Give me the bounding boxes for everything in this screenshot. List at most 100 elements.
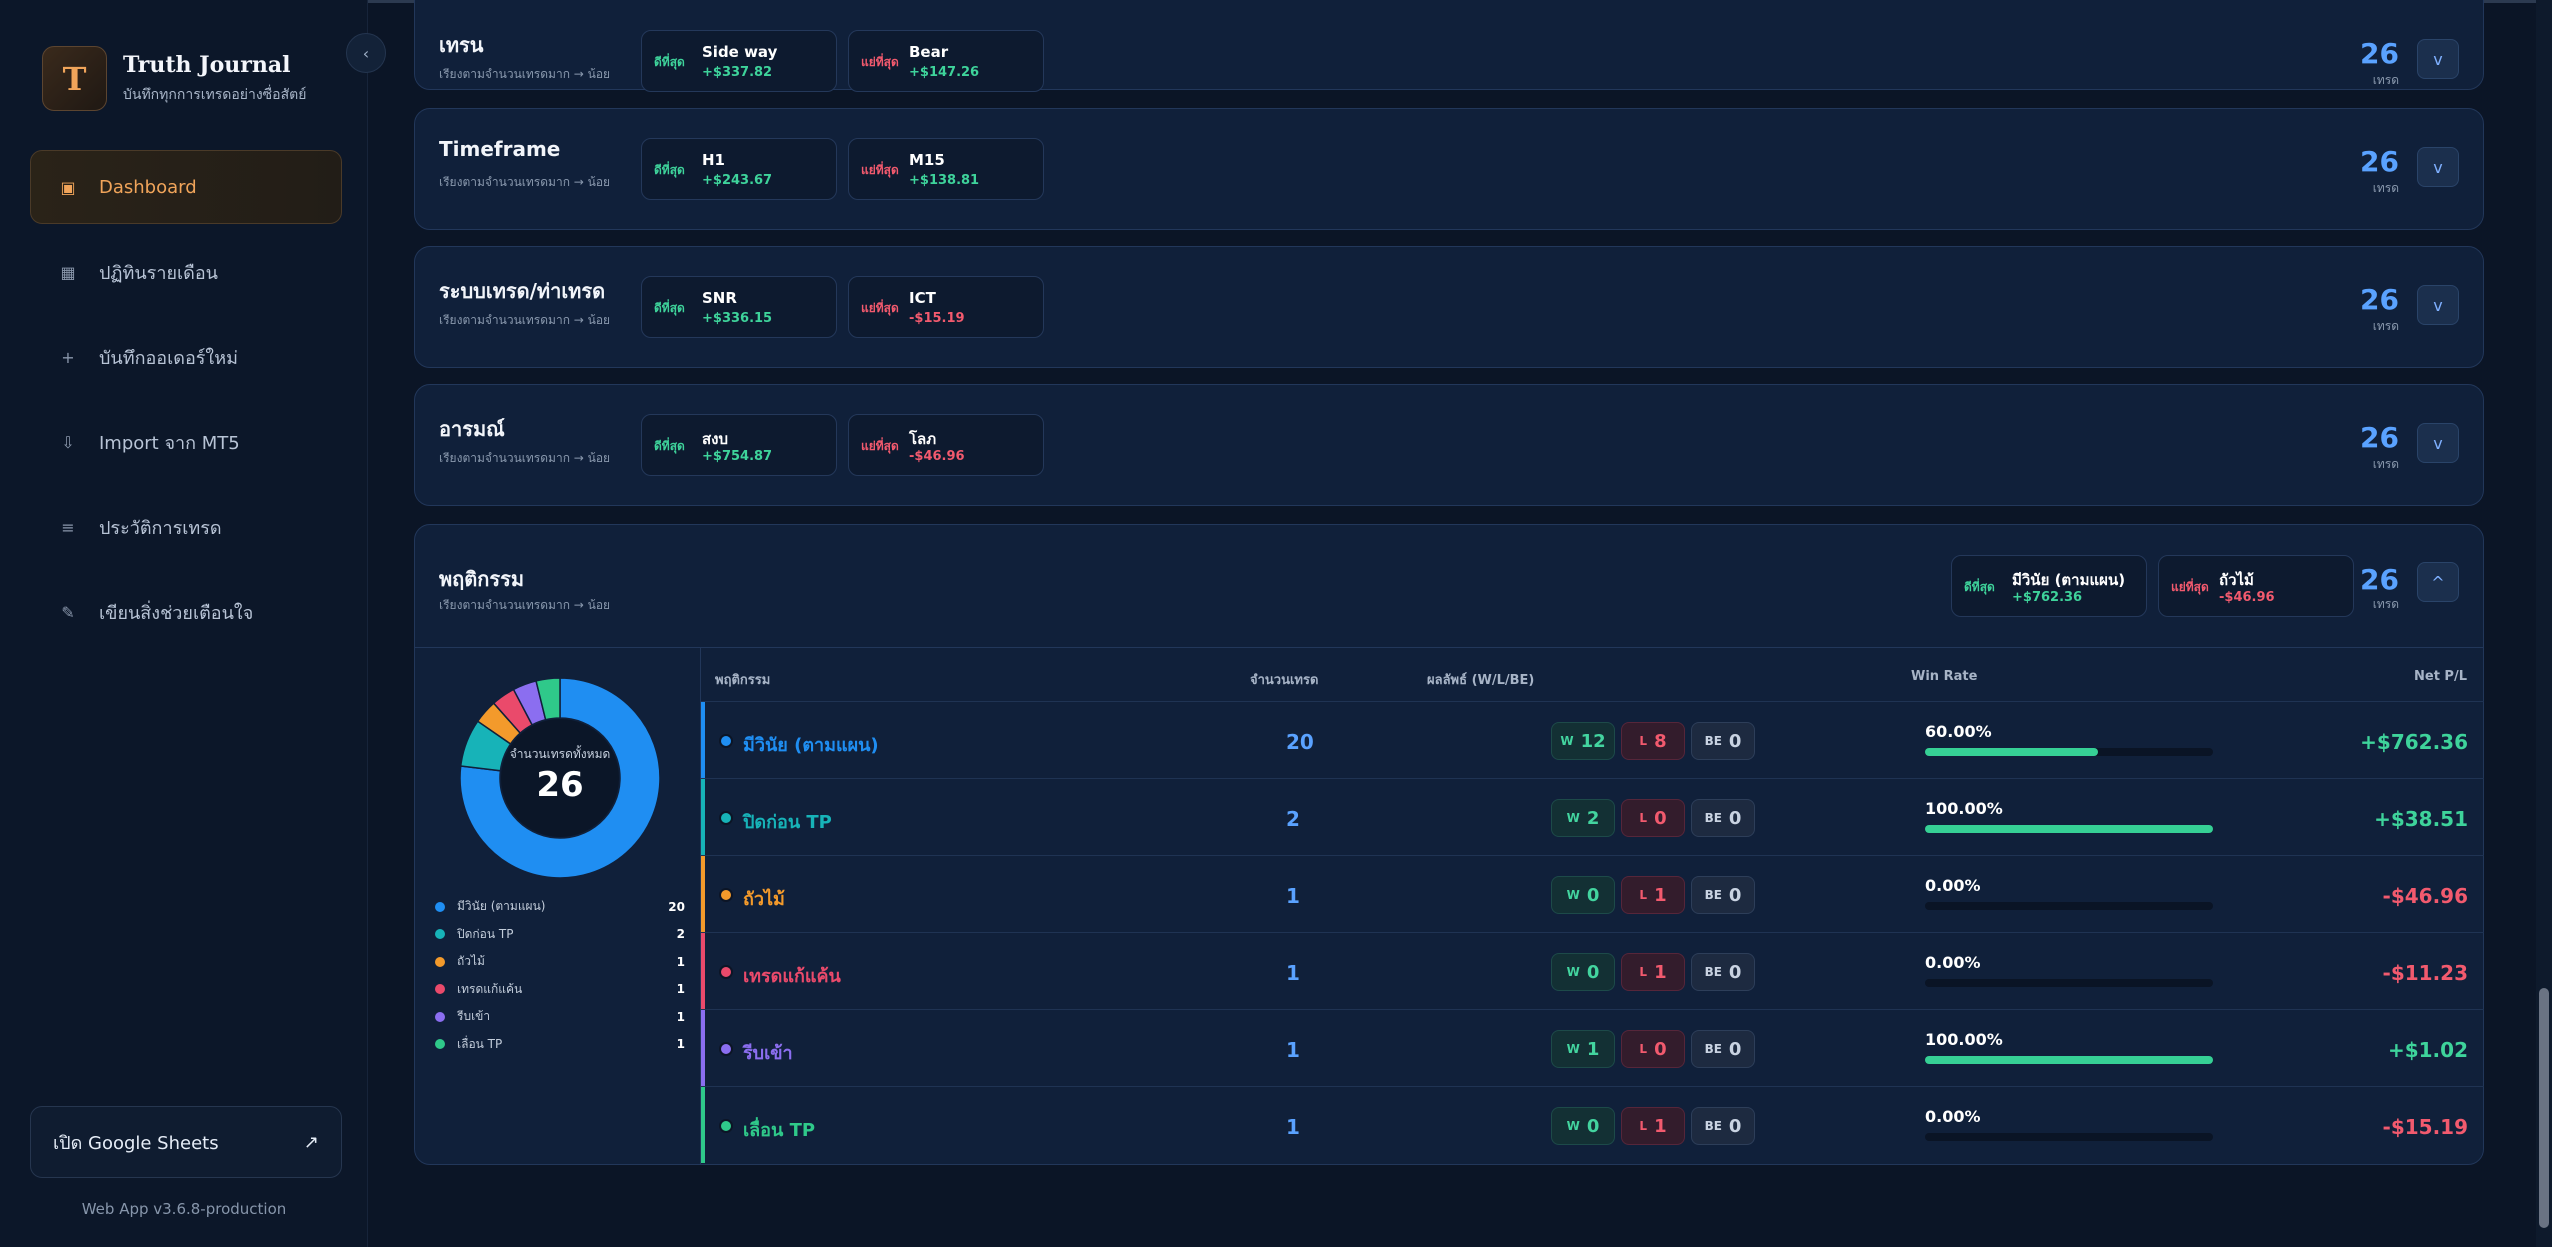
- sidebar-item-2[interactable]: + บันทึกออเดอร์ใหม่: [30, 320, 342, 394]
- sidebar-item-label: Dashboard: [99, 176, 197, 198]
- table-row[interactable]: ปิดก่อน TP 2 W 2 L 0 BE 0 100.00% +$38.51: [701, 778, 2484, 855]
- loss-pill-label: L: [1639, 811, 1648, 825]
- sidebar-item-label: บันทึกออเดอร์ใหม่: [99, 347, 238, 369]
- card-subtitle: เรียงตามจำนวนเทรดมาก → น้อย: [439, 598, 611, 612]
- legend-label: ถัวไม้: [457, 954, 485, 969]
- table-row[interactable]: ถัวไม้ 1 W 0 L 1 BE 0 0.00% -$46.96: [701, 855, 2484, 932]
- card-title: อารมณ์: [439, 417, 505, 441]
- win-rate-bar: [1925, 1056, 2213, 1064]
- brand[interactable]: T Truth Journal บันทึกทุกการเทรดอย่างซื่…: [42, 46, 306, 111]
- table-row[interactable]: มีวินัย (ตามแผน) 20 W 12 L 8 BE 0 60.00% +$762.36: [701, 701, 2484, 778]
- best-chip[interactable]: ดีที่สุด Side way +$337.82: [641, 30, 837, 92]
- list-icon: ≡: [61, 517, 75, 537]
- table-row[interactable]: เลื่อน TP 1 W 0 L 1 BE 0 0.00% -$15.19: [701, 1086, 2484, 1163]
- sidebar-item-3[interactable]: ⇩ Import จาก MT5: [30, 405, 342, 479]
- row-behavior-name: เทรดแก้แค้น: [743, 966, 841, 987]
- worst-tag: แย่ที่สุด: [861, 163, 899, 177]
- win-rate-fill: [1925, 825, 2213, 833]
- best-value: +$337.82: [702, 65, 773, 80]
- best-chip[interactable]: ดีที่สุด สงบ +$754.87: [641, 414, 837, 476]
- table-row[interactable]: เทรดแก้แค้น 1 W 0 L 1 BE 0 0.00% -$11.23: [701, 932, 2484, 1009]
- worst-chip[interactable]: แย่ที่สุด M15 +$138.81: [848, 138, 1044, 200]
- win-rate-text: 60.00%: [1925, 722, 1992, 741]
- win-rate-text: 0.00%: [1925, 1107, 1981, 1126]
- worst-tag: แย่ที่สุด: [861, 301, 899, 315]
- row-net-pl: -$11.23: [2382, 961, 2468, 985]
- legend-dot: [435, 984, 445, 995]
- trade-count: 26: [2360, 283, 2399, 316]
- col-header-net-pl: Net P/L: [2414, 669, 2467, 684]
- worst-chip[interactable]: แย่ที่สุด Bear +$147.26: [848, 30, 1044, 92]
- sidebar-collapse-button[interactable]: ‹: [346, 33, 386, 73]
- collapse-toggle-button[interactable]: ^: [2417, 562, 2459, 602]
- breakeven-pill-label: BE: [1704, 965, 1722, 979]
- win-rate-bar: [1925, 748, 2213, 756]
- worst-name: M15: [909, 151, 945, 169]
- loss-count: 8: [1654, 730, 1667, 752]
- card-subtitle: เรียงตามจำนวนเทรดมาก → น้อย: [439, 67, 611, 81]
- best-chip[interactable]: ดีที่สุด H1 +$243.67: [641, 138, 837, 200]
- worst-chip[interactable]: แย่ที่สุด ถัวไม้ -$46.96: [2158, 555, 2354, 617]
- win-rate-bar: [1925, 1133, 2213, 1141]
- loss-pill: L1: [1621, 1107, 1685, 1145]
- trade-count-unit: เทรด: [2372, 319, 2399, 333]
- best-name: Side way: [702, 43, 778, 61]
- best-chip[interactable]: ดีที่สุด มีวินัย (ตามแผน) +$762.36: [1951, 555, 2147, 617]
- row-color-bar: [701, 933, 705, 1009]
- expand-toggle-button[interactable]: v: [2417, 147, 2459, 187]
- scrollbar-thumb[interactable]: [2539, 988, 2549, 1228]
- calendar-icon: ▦: [60, 262, 76, 282]
- trade-count-unit: เทรด: [2372, 73, 2399, 87]
- app-name: Truth Journal: [123, 51, 291, 78]
- sidebar-item-5[interactable]: ✎ เขียนสิ่งช่วยเตือนใจ: [30, 575, 342, 649]
- page-scrollbar[interactable]: [2536, 0, 2552, 1247]
- legend-count: 20: [668, 899, 685, 914]
- win-pill: W 12: [1551, 722, 1615, 760]
- worst-chip[interactable]: แย่ที่สุด โลภ -$46.96: [848, 414, 1044, 476]
- plus-icon: +: [61, 347, 75, 367]
- table-row[interactable]: รีบเข้า 1 W 1 L 0 BE 0 100.00% +$1.02: [701, 1009, 2484, 1086]
- win-rate-text: 100.00%: [1925, 799, 2003, 818]
- legend-dot: [435, 929, 445, 940]
- expand-toggle-button[interactable]: v: [2417, 423, 2459, 463]
- best-name: SNR: [702, 289, 737, 307]
- legend-count: 1: [676, 1037, 685, 1052]
- best-chip[interactable]: ดีที่สุด SNR +$336.15: [641, 276, 837, 338]
- breakeven-pill-label: BE: [1704, 888, 1722, 902]
- win-pill-label: W: [1566, 965, 1580, 979]
- row-trade-count: 1: [1286, 961, 1300, 985]
- breakeven-count: 0: [1728, 807, 1742, 829]
- legend-count: 1: [676, 954, 685, 969]
- breakeven-pill-label: BE: [1704, 1119, 1722, 1133]
- breakeven-pill-label: BE: [1704, 1042, 1722, 1056]
- sidebar: T Truth Journal บันทึกทุกการเทรดอย่างซื่…: [0, 0, 368, 1247]
- row-behavior-name: ปิดก่อน TP: [743, 812, 832, 833]
- sidebar-item-1[interactable]: ▦ ปฏิทินรายเดือน: [30, 235, 342, 309]
- win-rate-text: 100.00%: [1925, 1030, 2003, 1049]
- win-count: 12: [1580, 730, 1606, 752]
- worst-chip[interactable]: แย่ที่สุด ICT -$15.19: [848, 276, 1044, 338]
- win-pill: W0: [1551, 1107, 1615, 1145]
- expand-toggle-button[interactable]: v: [2417, 39, 2459, 79]
- worst-value: +$147.26: [909, 65, 980, 80]
- dashboard-icon: ▣: [60, 177, 76, 197]
- breakeven-pill: BE 0: [1691, 799, 1755, 837]
- sidebar-item-4[interactable]: ≡ ประวัติการเทรด: [30, 490, 342, 564]
- breakeven-pill-label: BE: [1704, 811, 1722, 825]
- trade-count: 26: [2360, 37, 2399, 70]
- chevron-up-icon: ^: [2431, 572, 2445, 592]
- win-pill: W0: [1551, 953, 1615, 991]
- card-title: พฤติกรรม: [439, 567, 525, 591]
- row-behavior-name: รีบเข้า: [743, 1043, 793, 1064]
- row-trade-count: 1: [1286, 1115, 1300, 1139]
- trade-count: 26: [2360, 145, 2399, 178]
- breakeven-count: 0: [1728, 1038, 1742, 1060]
- worst-value: +$138.81: [909, 173, 980, 188]
- legend-count: 2: [676, 927, 685, 942]
- expand-toggle-button[interactable]: v: [2417, 285, 2459, 325]
- worst-tag: แย่ที่สุด: [2171, 580, 2209, 594]
- open-google-sheets-button[interactable]: เปิด Google Sheets ↗: [30, 1106, 342, 1178]
- app-tagline: บันทึกทุกการเทรดอย่างซื่อสัตย์: [123, 86, 307, 103]
- row-net-pl: +$762.36: [2360, 730, 2468, 754]
- sidebar-item-0[interactable]: ▣ Dashboard: [30, 150, 342, 224]
